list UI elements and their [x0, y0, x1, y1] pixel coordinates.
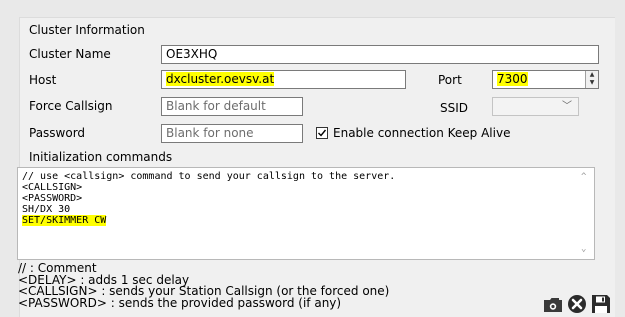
password-input[interactable]: Blank for none	[161, 124, 303, 143]
scroll-up-icon[interactable]: ^	[581, 172, 586, 183]
port-input[interactable]: 7300 ▲ ▼	[492, 70, 599, 89]
keep-alive-checkbox[interactable]	[316, 127, 328, 139]
cluster-name-label: Cluster Name	[29, 47, 111, 61]
code-line-highlighted: SET/SKIMMER CW	[22, 215, 107, 226]
code-line: <CALLSIGN>	[22, 182, 83, 193]
port-spinner[interactable]: ▲ ▼	[585, 71, 598, 88]
force-callsign-input[interactable]: Blank for default	[161, 97, 303, 116]
host-input[interactable]: dxcluster.oevsv.at	[161, 70, 406, 89]
host-value: dxcluster.oevsv.at	[166, 72, 275, 86]
keep-alive-label: Enable connection Keep Alive	[333, 126, 511, 140]
spin-up-icon[interactable]: ▲	[586, 71, 598, 79]
help-text: // : Comment <DELAY> : adds 1 sec delay …	[18, 262, 389, 310]
ssid-select[interactable]: ﹀	[492, 97, 579, 116]
checkmark-icon	[318, 129, 327, 137]
scroll-down-icon[interactable]: ⌄	[581, 244, 586, 255]
spin-down-icon[interactable]: ▼	[586, 79, 598, 87]
folder-icon[interactable]	[543, 294, 563, 314]
port-value: 7300	[497, 72, 528, 86]
init-commands-textarea[interactable]: // use <callsign> command to send your c…	[17, 167, 595, 260]
vertical-scrollbar[interactable]: ^ ⌄	[577, 168, 594, 259]
section-title: Cluster Information	[29, 23, 145, 37]
delete-icon[interactable]	[567, 294, 587, 314]
password-label: Password	[29, 126, 86, 140]
code-line: // use <callsign> command to send your c…	[22, 171, 396, 182]
init-commands-label: Initialization commands	[29, 150, 173, 164]
port-label: Port	[438, 73, 462, 87]
chevron-down-icon: ﹀	[562, 101, 572, 112]
code-line: SH/DX 30	[22, 204, 71, 215]
ssid-label: SSID	[440, 101, 469, 115]
host-label: Host	[29, 73, 57, 87]
force-callsign-label: Force Callsign	[29, 99, 113, 113]
save-icon[interactable]	[591, 294, 611, 314]
code-line: <PASSWORD>	[22, 193, 83, 204]
help-line: <PASSWORD> : sends the provided password…	[18, 295, 342, 310]
cluster-name-input[interactable]: OE3XHQ	[161, 45, 599, 64]
